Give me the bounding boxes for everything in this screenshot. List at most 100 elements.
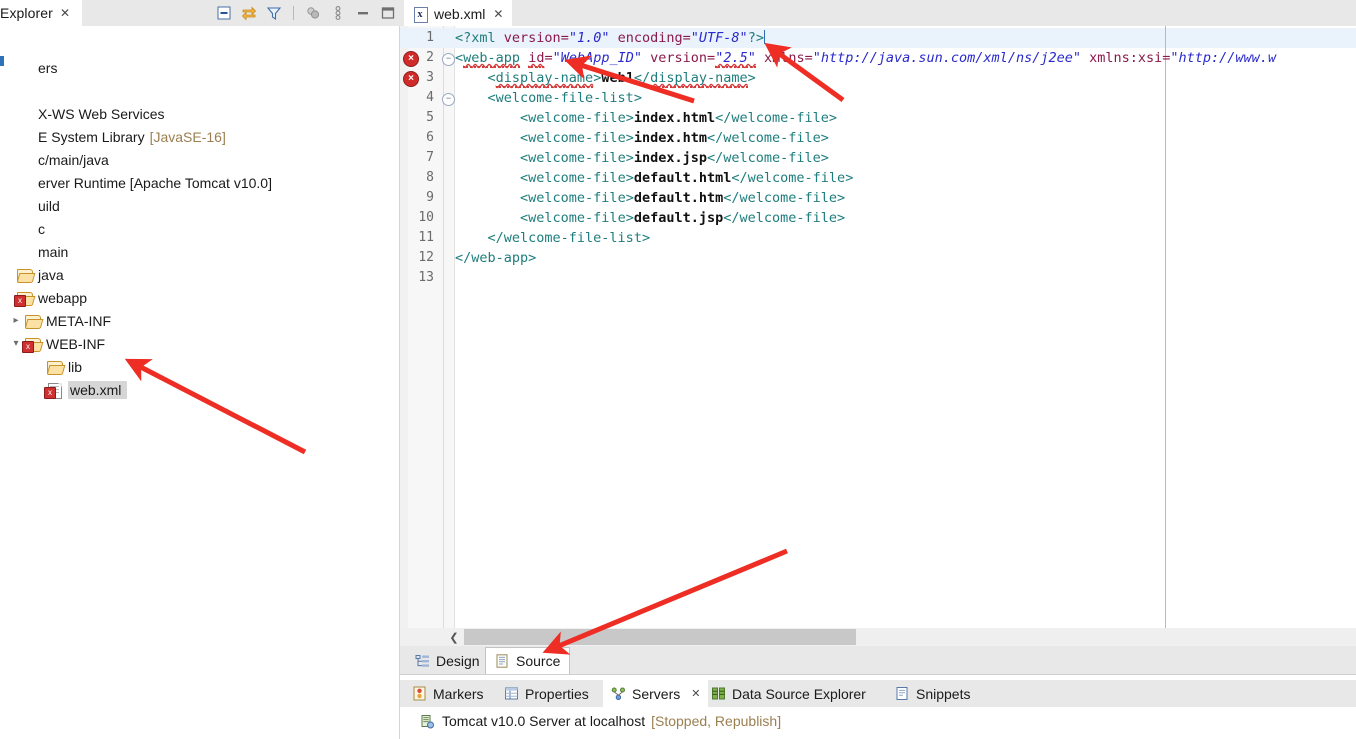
maximize-icon[interactable] (380, 5, 396, 21)
fold-toggle-icon[interactable]: − (442, 53, 455, 66)
servers-icon (611, 686, 627, 701)
expand-arrow-icon[interactable] (30, 359, 46, 375)
servers-tab-label: Servers (632, 685, 681, 702)
collapse-all-icon[interactable] (216, 5, 232, 21)
source-editor[interactable]: 1 2 × −3 × 4−5 6 7 8 9 10 11 12 13 <?xml version="1.0… (400, 26, 1356, 628)
code-line[interactable]: <welcome-file>index.htm</welcome-file> (455, 128, 829, 148)
tree-item[interactable]: E System Library [JavaSE-16] (0, 125, 400, 148)
tree-item-label: java (38, 266, 64, 283)
scroll-left-arrow-icon[interactable]: ❮ (444, 628, 464, 646)
tree-item[interactable]: X-WS Web Services (0, 102, 400, 125)
error-marker-icon[interactable]: × (403, 71, 419, 87)
tab-snippets[interactable]: Snippets (887, 680, 978, 707)
explorer-tree[interactable]: ers X-WS Web Services E System Library [Jav… (0, 26, 400, 739)
expand-arrow-icon[interactable] (0, 244, 16, 260)
code-line[interactable]: <welcome-file>index.html</welcome-file> (455, 108, 837, 128)
tree-item[interactable]: c (0, 217, 400, 240)
tree-item[interactable]: java (0, 263, 400, 286)
tab-data-source-explorer[interactable]: Data Source Explorer (703, 680, 874, 707)
expand-arrow-icon[interactable]: ▸ (8, 313, 24, 329)
tree-item[interactable]: ▸ META-INF (0, 309, 400, 332)
minimize-icon[interactable] (355, 5, 371, 21)
tab-properties[interactable]: Properties (496, 680, 597, 707)
servers-list[interactable]: Tomcat v10.0 Server at localhost [Stoppe… (400, 707, 1356, 739)
code-line[interactable]: <welcome-file>default.htm</welcome-file> (455, 188, 845, 208)
tab-servers[interactable]: Servers ✕ (603, 680, 709, 707)
code-line[interactable]: <welcome-file>index.jsp</welcome-file> (455, 148, 829, 168)
tree-item-icon (16, 198, 34, 214)
tree-item[interactable]: x web.xml (0, 378, 400, 401)
fold-toggle-icon[interactable]: − (442, 93, 455, 106)
annotation-ruler[interactable] (400, 26, 408, 628)
code-text-area[interactable]: <?xml version="1.0" encoding="UTF-8"?> <w… (455, 26, 1356, 628)
tree-item-icon (16, 106, 34, 122)
tree-item-label: ers (38, 59, 58, 76)
expand-arrow-icon[interactable] (0, 221, 16, 237)
server-icon (420, 714, 436, 729)
markers-icon (412, 686, 428, 701)
expand-arrow-icon[interactable] (0, 198, 16, 214)
error-marker-icon[interactable]: × (403, 51, 419, 67)
bottom-tabbar: Markers Properties Servers ✕ Data Source… (400, 680, 1356, 707)
line-number: 8 (426, 170, 434, 185)
snippets-tab-label: Snippets (916, 685, 971, 702)
tree-item[interactable]: x webapp (0, 286, 400, 309)
server-list-item[interactable]: Tomcat v10.0 Server at localhost [Stoppe… (420, 711, 781, 731)
expand-arrow-icon[interactable] (0, 267, 16, 283)
line-number: 11 (418, 230, 434, 245)
link-with-editor-icon[interactable] (241, 5, 257, 21)
xml-file-icon: x (413, 6, 428, 23)
tree-item-detail: [JavaSE-16] (149, 128, 226, 145)
tab-web-xml[interactable]: x web.xml ✕ (404, 0, 513, 26)
tree-item[interactable]: erver Runtime [Apache Tomcat v10.0] (0, 171, 400, 194)
design-tree-icon (415, 654, 431, 669)
tab-source[interactable]: Source (485, 647, 571, 674)
code-line[interactable]: <display-name>web1</display-name> (455, 68, 756, 88)
more-options-icon[interactable] (330, 5, 346, 21)
expand-arrow-icon[interactable] (0, 106, 16, 122)
tree-item-label: META-INF (46, 312, 112, 329)
error-badge-icon: x (44, 386, 56, 399)
close-icon[interactable]: ✕ (60, 7, 70, 19)
tree-item-label: erver Runtime [Apache Tomcat v10.0] (38, 174, 272, 191)
horizontal-scrollbar[interactable]: ❮ (400, 628, 1356, 646)
close-icon[interactable]: ✕ (691, 687, 700, 700)
tree-item[interactable]: uild (0, 194, 400, 217)
source-tab-label: Source (516, 653, 561, 669)
code-line[interactable]: </welcome-file-list> (455, 228, 651, 248)
expand-arrow-icon[interactable] (0, 152, 16, 168)
code-line[interactable]: <?xml version="1.0" encoding="UTF-8"?> (455, 28, 765, 48)
editor-page-tabs: Design Source (400, 646, 1356, 675)
data-source-tab-label: Data Source Explorer (732, 685, 866, 702)
code-line[interactable]: <welcome-file-list> (455, 88, 642, 108)
tab-project-explorer[interactable]: Explorer ✕ (0, 0, 82, 26)
snippets-icon (895, 686, 911, 701)
editor-tab-label: web.xml (434, 6, 486, 22)
tab-design[interactable]: Design (406, 648, 489, 674)
tree-item[interactable]: ers (0, 56, 400, 79)
scrollbar-thumb[interactable] (464, 629, 856, 645)
expand-arrow-icon[interactable] (0, 175, 16, 191)
close-icon[interactable]: ✕ (493, 7, 503, 21)
code-line[interactable]: <welcome-file>default.html</welcome-file… (455, 168, 853, 188)
tree-item[interactable]: ▾ x WEB-INF (0, 332, 400, 355)
editor-tabbar: x web.xml ✕ (400, 0, 1356, 26)
scrollbar-track[interactable] (856, 629, 1356, 645)
view-menu-icon[interactable] (305, 5, 321, 21)
tree-item[interactable]: c/main/java (0, 148, 400, 171)
tab-markers[interactable]: Markers (404, 680, 492, 707)
eclipse-workbench: Explorer ✕ ers X-WS Web Services E Syste… (0, 0, 1356, 739)
tree-item[interactable]: lib (0, 355, 400, 378)
line-number: 5 (426, 110, 434, 125)
code-line[interactable]: <web-app id="WebApp_ID" version="2.5" xm… (455, 48, 1276, 68)
explorer-tab-label: Explorer (0, 5, 53, 21)
code-line[interactable]: <welcome-file>default.jsp</welcome-file> (455, 208, 845, 228)
tree-item[interactable]: main (0, 240, 400, 263)
tree-item-label: web.xml (68, 380, 128, 399)
code-line[interactable]: </web-app> (455, 248, 536, 268)
expand-arrow-icon[interactable] (0, 129, 16, 145)
filter-icon[interactable] (266, 5, 282, 21)
folder-icon: x (14, 290, 36, 307)
tree-item-label: uild (38, 197, 60, 214)
line-number: 10 (418, 210, 434, 225)
